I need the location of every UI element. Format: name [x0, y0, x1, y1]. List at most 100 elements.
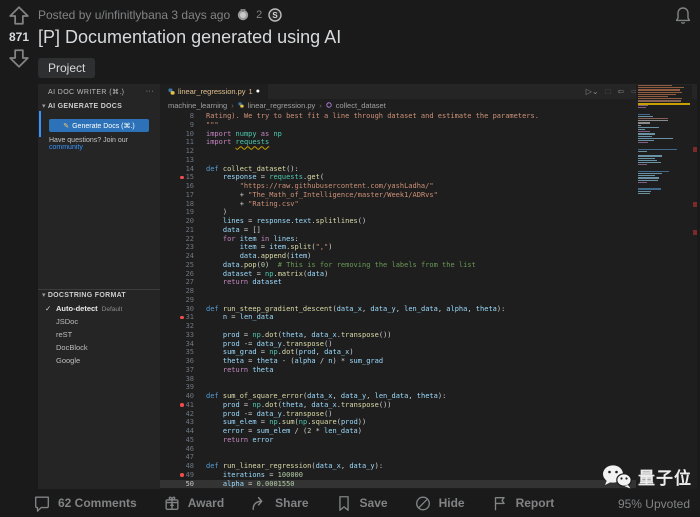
- post-title: [P] Documentation generated using AI: [38, 27, 342, 47]
- code-line-32: 32: [185, 322, 194, 330]
- code-line-31: 31 n = len_data: [160, 313, 636, 322]
- more-actions-icon[interactable]: ···: [146, 88, 154, 96]
- code-line-44: 44 error = sum_elem / (2 * len_data): [185, 427, 362, 435]
- breadcrumb-item[interactable]: machine_learning: [168, 101, 227, 110]
- comments-button[interactable]: 62 Comments: [33, 494, 137, 513]
- comment-icon: [35, 496, 49, 512]
- code-line-43: 43 sum_elem = np.sum(np.square(prod)): [185, 418, 367, 427]
- error-dot-icon: [180, 473, 184, 477]
- vote-count: 871: [8, 30, 30, 44]
- check-icon: ✓: [45, 304, 52, 313]
- upvote-button[interactable]: [8, 6, 30, 26]
- symbol-method-icon: [326, 102, 332, 108]
- code-line-27: 27 return dataset: [185, 278, 282, 287]
- code-line-47: 47: [185, 453, 194, 462]
- breadcrumb[interactable]: machine_learning › linear_regression.py › co…: [168, 99, 386, 111]
- open-changes-icon[interactable]: □: [606, 87, 611, 96]
- award-icon: [165, 496, 179, 510]
- chevron-down-icon: ▾: [42, 103, 46, 110]
- breadcrumb-separator: ›: [231, 100, 234, 110]
- upvote-percentage: 95% Upvoted: [617, 497, 690, 511]
- format-option-google[interactable]: Google: [38, 354, 160, 367]
- code-line-49: 49 iterations = 100000: [160, 471, 636, 480]
- code-line-39: 39: [185, 383, 194, 392]
- sidebar-divider: [38, 289, 160, 290]
- post-image-vscode-screenshot[interactable]: AI DOC WRITER (⌘.) ··· ▾ AI GENERATE DOCS…: [38, 84, 697, 489]
- breadcrumb-item[interactable]: linear_regression.py: [248, 101, 316, 110]
- silver-award-icon[interactable]: [236, 8, 250, 22]
- posted-by[interactable]: Posted by u/infinitlybana 3 days ago: [38, 8, 230, 22]
- code-line-28: 28: [185, 287, 194, 295]
- code-line-9: 9 """: [189, 120, 219, 129]
- code-line-10: 10 import numpy as np: [185, 129, 282, 138]
- code-line-35: 35 sum_grad = np.dot(prod, data_x): [185, 348, 354, 357]
- share-icon: [252, 496, 263, 510]
- vscode-editor: linear_regression.py 1 ● ▷⌄ □ ⇦ ⇨ ⟳ ◑ ◫ …: [160, 84, 697, 489]
- python-file-icon: [238, 102, 244, 108]
- hide-icon: [415, 496, 430, 510]
- extension-title: AI DOC WRITER (⌘.): [48, 89, 125, 96]
- code-line-19: 19 ): [185, 208, 228, 217]
- report-button[interactable]: Report: [491, 494, 554, 513]
- format-option-rest[interactable]: reST: [38, 328, 160, 341]
- bookmark-icon: [338, 495, 349, 511]
- award-button[interactable]: Award: [163, 494, 224, 513]
- code-line-18: 18 + "Rating.csv": [185, 199, 299, 208]
- sidebar-focus-bar: [39, 111, 41, 137]
- section-docstring-format[interactable]: ▾ DOCSTRING FORMAT: [42, 291, 126, 299]
- code-line-34: 34 prod -= data_y.transpose(): [185, 339, 333, 348]
- run-icon[interactable]: ▷⌄: [586, 87, 599, 96]
- code-line-14: 14 def collect_dataset():: [185, 164, 299, 173]
- pencil-icon: ✎: [63, 122, 70, 130]
- community-link[interactable]: community: [49, 144, 83, 151]
- code-line-17: 17 + "The_Math_of_Intelligence/master/We…: [185, 190, 438, 199]
- code-line-48: 48 def run_linear_regression(data_x, data…: [185, 462, 384, 470]
- error-dot-icon: [180, 403, 184, 407]
- generate-docs-button[interactable]: ✎ Generate Docs (⌘.): [49, 119, 149, 132]
- code-line-46: 46: [185, 444, 194, 453]
- code-line-40: 40 def sum_of_square_error(data_x, data_y…: [185, 392, 447, 400]
- notification-bell-icon[interactable]: [674, 6, 692, 26]
- code-area: 8 Rating). We try to best fit a line thro…: [160, 111, 697, 489]
- code-line-20: 20 lines = response.text.splitlines(): [185, 217, 367, 225]
- downvote-button[interactable]: [8, 48, 30, 68]
- code-line-45: 45 return error: [185, 435, 274, 444]
- vote-column: 871: [0, 6, 38, 68]
- code-line-8: 8 Rating). We try to best fit a line thro…: [189, 112, 539, 120]
- breadcrumb-separator: ›: [319, 100, 322, 110]
- save-button[interactable]: Save: [335, 494, 388, 513]
- coin-award-icon[interactable]: S: [268, 8, 282, 22]
- format-option-jsdoc[interactable]: JSDoc: [38, 315, 160, 328]
- code-line-13: 13: [185, 155, 194, 164]
- breadcrumb-item[interactable]: collect_dataset: [336, 101, 386, 110]
- code-line-22: 22 for item in lines:: [185, 234, 299, 243]
- code-line-37: 37 return theta: [185, 365, 274, 374]
- code-line-30: 30 def run_steep_gradient_descent(data_x,…: [185, 304, 506, 313]
- format-option-auto-detect[interactable]: ✓ Auto-detect Default: [38, 302, 160, 315]
- post-flair[interactable]: Project: [38, 58, 96, 78]
- wechat-icon: [603, 465, 632, 489]
- tab-linear-regression[interactable]: linear_regression.py 1 ●: [160, 84, 268, 99]
- hide-button[interactable]: Hide: [414, 494, 465, 513]
- code-line-24: 24 data.append(item): [185, 252, 312, 260]
- reddit-post: 871 Posted by u/infinitlybana 3 days ago…: [0, 0, 700, 517]
- format-option-docblock[interactable]: DocBlock: [38, 341, 160, 354]
- watermark: 量子位: [602, 464, 692, 489]
- minimap[interactable]: [636, 85, 692, 345]
- code-line-23: 23 item = item.split(","): [185, 243, 333, 252]
- code-line-12: 12: [185, 147, 194, 155]
- code-line-33: 33 prod = np.dot(theta, data_x.transpose…: [185, 330, 392, 339]
- overview-ruler: [693, 84, 697, 462]
- code-line-16: 16 "https://raw.githubusercontent.com/ya…: [185, 182, 434, 190]
- post-action-bar: 62 Comments Award Share Save Hide Report: [33, 491, 554, 515]
- error-dot-icon: [180, 315, 184, 320]
- modified-dot-icon[interactable]: ●: [256, 88, 260, 95]
- back-icon[interactable]: ⇦: [617, 87, 624, 96]
- code-line-11: 11 import requests: [185, 138, 270, 147]
- flag-icon: [494, 496, 505, 510]
- editor-tabbar: linear_regression.py 1 ● ▷⌄ □ ⇦ ⇨ ⟳ ◑ ◫ …: [160, 84, 697, 99]
- code-line-25: 25 data.pop(0) # This is for removing th…: [185, 260, 476, 269]
- post-meta: Posted by u/infinitlybana 3 days ago 2 S: [38, 8, 282, 22]
- share-button[interactable]: Share: [250, 494, 309, 513]
- section-ai-generate-docs[interactable]: ▾ AI GENERATE DOCS: [42, 102, 122, 110]
